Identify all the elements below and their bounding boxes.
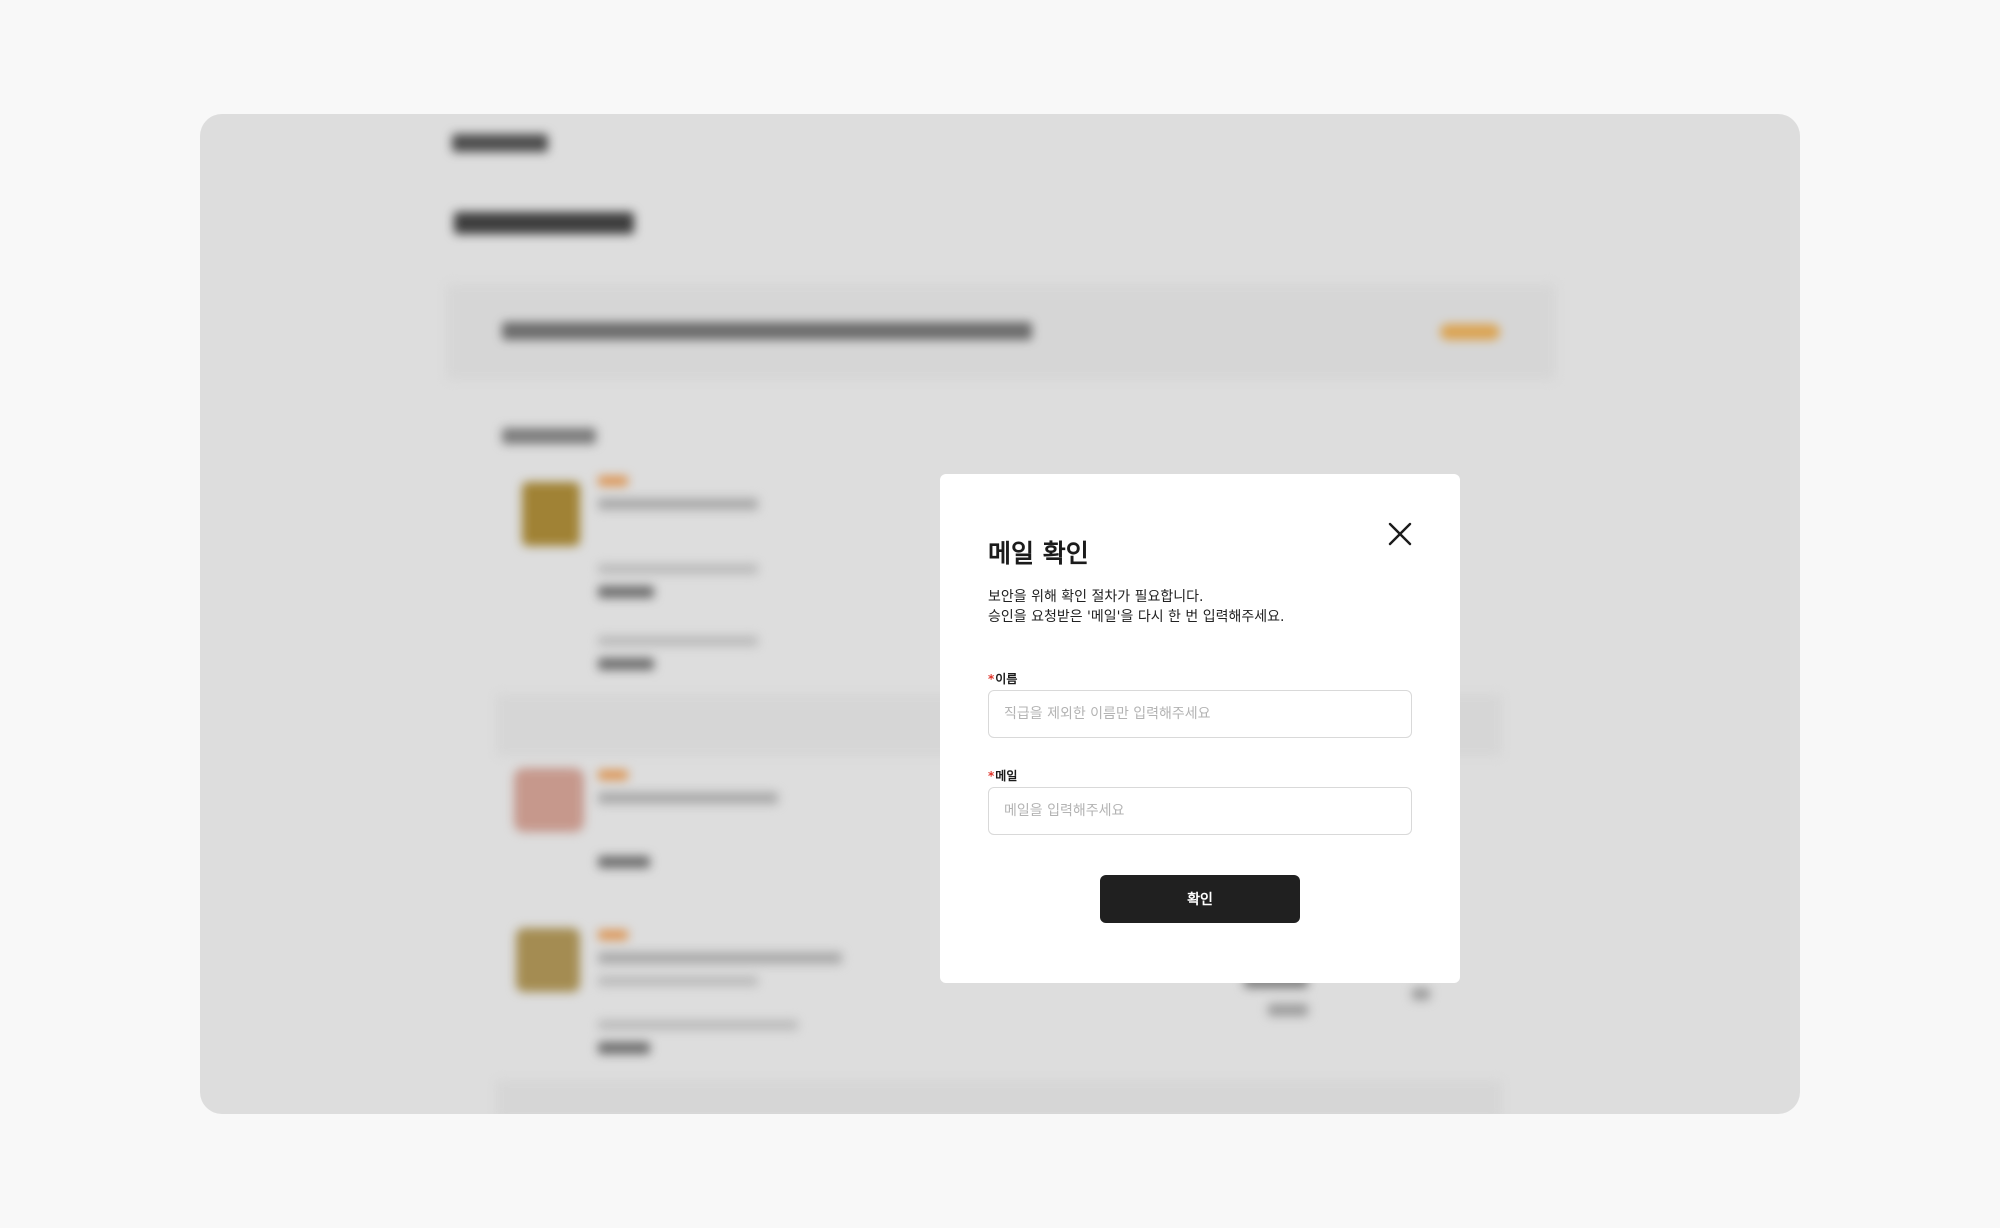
confirm-button[interactable]: 확인 — [1100, 875, 1300, 923]
name-label: *이름 — [988, 670, 1017, 687]
email-label: *메일 — [988, 767, 1017, 784]
close-icon — [1388, 522, 1412, 546]
close-button[interactable] — [1378, 512, 1422, 556]
description-line: 보안을 위해 확인 절차가 필요합니다. — [988, 589, 1204, 605]
dialog-description: 보안을 위해 확인 절차가 필요합니다. 승인을 요청받은 '메일'을 다시 한… — [988, 587, 1284, 627]
name-input[interactable] — [988, 690, 1412, 738]
required-mark: * — [988, 672, 995, 686]
name-label-text: 이름 — [995, 672, 1018, 686]
app-window: 메일 확인 보안을 위해 확인 절차가 필요합니다. 승인을 요청받은 '메일'… — [200, 114, 1800, 1114]
description-line: 승인을 요청받은 '메일'을 다시 한 번 입력해주세요. — [988, 609, 1285, 625]
email-label-text: 메일 — [995, 769, 1018, 783]
email-input[interactable] — [988, 787, 1412, 835]
dialog-title: 메일 확인 — [988, 539, 1089, 568]
required-mark: * — [988, 769, 995, 783]
email-verification-dialog: 메일 확인 보안을 위해 확인 절차가 필요합니다. 승인을 요청받은 '메일'… — [940, 474, 1460, 983]
